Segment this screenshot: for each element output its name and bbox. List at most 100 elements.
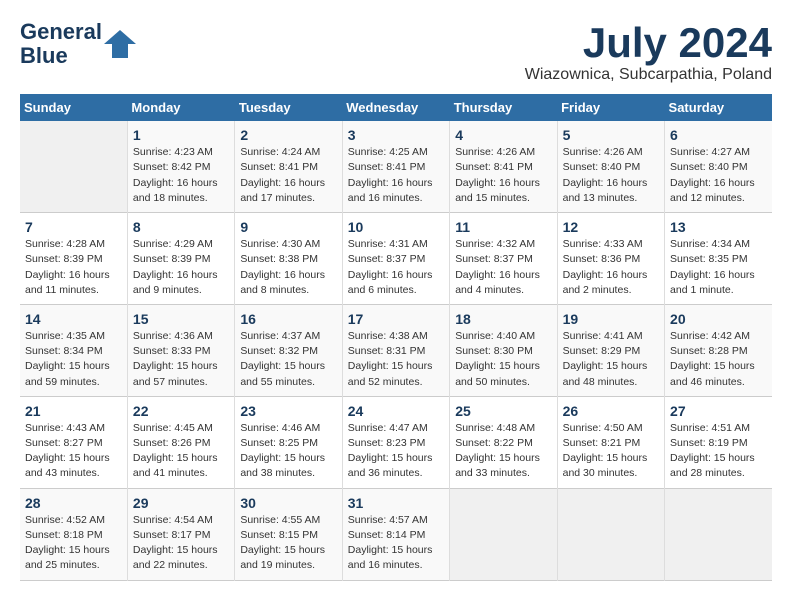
day-number: 13 xyxy=(670,219,767,235)
day-cell: 2 Sunrise: 4:24 AM Sunset: 8:41 PM Daylig… xyxy=(235,121,342,212)
header-wednesday: Wednesday xyxy=(342,94,449,121)
day-number: 8 xyxy=(133,219,229,235)
day-cell xyxy=(665,488,772,580)
day-cell: 11 Sunrise: 4:32 AM Sunset: 8:37 PM Dayli… xyxy=(450,213,557,305)
day-cell: 30 Sunrise: 4:55 AM Sunset: 8:15 PM Dayli… xyxy=(235,488,342,580)
day-number: 21 xyxy=(25,403,122,419)
day-info: Sunrise: 4:28 AM Sunset: 8:39 PM Dayligh… xyxy=(25,237,122,298)
day-cell: 3 Sunrise: 4:25 AM Sunset: 8:41 PM Daylig… xyxy=(342,121,449,212)
header-saturday: Saturday xyxy=(665,94,772,121)
logo: General Blue xyxy=(20,20,138,68)
day-number: 15 xyxy=(133,311,229,327)
day-number: 30 xyxy=(240,495,336,511)
day-cell: 28Sunrise: 4:52 AM Sunset: 8:18 PM Dayli… xyxy=(20,488,127,580)
day-cell: 14 Sunrise: 4:35 AM Sunset: 8:34 PM Dayli… xyxy=(20,304,127,396)
day-number: 17 xyxy=(348,311,444,327)
day-info: Sunrise: 4:38 AM Sunset: 8:31 PM Dayligh… xyxy=(348,329,444,390)
day-cell: 26 Sunrise: 4:50 AM Sunset: 8:21 PM Dayli… xyxy=(557,396,664,488)
day-cell: 16 Sunrise: 4:37 AM Sunset: 8:32 PM Dayli… xyxy=(235,304,342,396)
day-cell: 7 Sunrise: 4:28 AM Sunset: 8:39 PM Daylig… xyxy=(20,213,127,305)
day-number: 20 xyxy=(670,311,767,327)
day-cell: 23 Sunrise: 4:46 AM Sunset: 8:25 PM Dayli… xyxy=(235,396,342,488)
day-cell: 25Sunrise: 4:48 AM Sunset: 8:22 PM Dayli… xyxy=(450,396,557,488)
day-cell xyxy=(450,488,557,580)
day-info: Sunrise: 4:46 AM Sunset: 8:25 PM Dayligh… xyxy=(240,421,336,482)
day-cell: 12 Sunrise: 4:33 AM Sunset: 8:36 PM Dayli… xyxy=(557,213,664,305)
day-number: 22 xyxy=(133,403,229,419)
day-number: 12 xyxy=(563,219,659,235)
day-info: Sunrise: 4:26 AM Sunset: 8:41 PM Dayligh… xyxy=(455,145,551,206)
day-info: Sunrise: 4:43 AM Sunset: 8:27 PM Dayligh… xyxy=(25,421,122,482)
day-number: 9 xyxy=(240,219,336,235)
day-info: Sunrise: 4:23 AM Sunset: 8:42 PM Dayligh… xyxy=(133,145,229,206)
day-number: 2 xyxy=(240,127,336,143)
day-info: Sunrise: 4:29 AM Sunset: 8:39 PM Dayligh… xyxy=(133,237,229,298)
day-info: Sunrise: 4:24 AM Sunset: 8:41 PM Dayligh… xyxy=(240,145,336,206)
day-cell: 22Sunrise: 4:45 AM Sunset: 8:26 PM Dayli… xyxy=(127,396,234,488)
day-info: Sunrise: 4:40 AM Sunset: 8:30 PM Dayligh… xyxy=(455,329,551,390)
day-number: 26 xyxy=(563,403,659,419)
week-row-2: 14 Sunrise: 4:35 AM Sunset: 8:34 PM Dayli… xyxy=(20,304,772,396)
day-info: Sunrise: 4:33 AM Sunset: 8:36 PM Dayligh… xyxy=(563,237,659,298)
title-section: July 2024 Wiazownica, Subcarpathia, Pola… xyxy=(525,20,772,84)
day-number: 11 xyxy=(455,219,551,235)
day-cell xyxy=(20,121,127,212)
day-cell: 17 Sunrise: 4:38 AM Sunset: 8:31 PM Dayli… xyxy=(342,304,449,396)
day-cell: 19 Sunrise: 4:41 AM Sunset: 8:29 PM Dayli… xyxy=(557,304,664,396)
day-cell: 10 Sunrise: 4:31 AM Sunset: 8:37 PM Dayli… xyxy=(342,213,449,305)
day-number: 25 xyxy=(455,403,551,419)
day-info: Sunrise: 4:26 AM Sunset: 8:40 PM Dayligh… xyxy=(563,145,659,206)
day-number: 29 xyxy=(133,495,229,511)
day-cell: 8 Sunrise: 4:29 AM Sunset: 8:39 PM Daylig… xyxy=(127,213,234,305)
day-info: Sunrise: 4:55 AM Sunset: 8:15 PM Dayligh… xyxy=(240,513,336,574)
day-number: 7 xyxy=(25,219,122,235)
day-number: 23 xyxy=(240,403,336,419)
day-info: Sunrise: 4:57 AM Sunset: 8:14 PM Dayligh… xyxy=(348,513,444,574)
day-info: Sunrise: 4:27 AM Sunset: 8:40 PM Dayligh… xyxy=(670,145,767,206)
location: Wiazownica, Subcarpathia, Poland xyxy=(525,66,772,84)
day-number: 28 xyxy=(25,495,122,511)
week-row-3: 21 Sunrise: 4:43 AM Sunset: 8:27 PM Dayli… xyxy=(20,396,772,488)
day-info: Sunrise: 4:32 AM Sunset: 8:37 PM Dayligh… xyxy=(455,237,551,298)
logo-icon xyxy=(102,26,138,62)
day-info: Sunrise: 4:25 AM Sunset: 8:41 PM Dayligh… xyxy=(348,145,444,206)
day-number: 1 xyxy=(133,127,229,143)
day-number: 14 xyxy=(25,311,122,327)
day-number: 24 xyxy=(348,403,444,419)
day-info: Sunrise: 4:34 AM Sunset: 8:35 PM Dayligh… xyxy=(670,237,767,298)
day-number: 6 xyxy=(670,127,767,143)
logo-text: General Blue xyxy=(20,20,102,68)
day-cell: 6 Sunrise: 4:27 AM Sunset: 8:40 PM Daylig… xyxy=(665,121,772,212)
day-info: Sunrise: 4:47 AM Sunset: 8:23 PM Dayligh… xyxy=(348,421,444,482)
day-number: 3 xyxy=(348,127,444,143)
day-number: 16 xyxy=(240,311,336,327)
day-info: Sunrise: 4:31 AM Sunset: 8:37 PM Dayligh… xyxy=(348,237,444,298)
day-cell: 29Sunrise: 4:54 AM Sunset: 8:17 PM Dayli… xyxy=(127,488,234,580)
day-number: 4 xyxy=(455,127,551,143)
day-number: 31 xyxy=(348,495,444,511)
day-info: Sunrise: 4:36 AM Sunset: 8:33 PM Dayligh… xyxy=(133,329,229,390)
day-cell xyxy=(557,488,664,580)
day-info: Sunrise: 4:37 AM Sunset: 8:32 PM Dayligh… xyxy=(240,329,336,390)
day-number: 5 xyxy=(563,127,659,143)
week-row-0: 1 Sunrise: 4:23 AM Sunset: 8:42 PM Daylig… xyxy=(20,121,772,212)
month-title: July 2024 xyxy=(525,20,772,66)
week-row-1: 7 Sunrise: 4:28 AM Sunset: 8:39 PM Daylig… xyxy=(20,213,772,305)
week-row-4: 28Sunrise: 4:52 AM Sunset: 8:18 PM Dayli… xyxy=(20,488,772,580)
day-cell: 18 Sunrise: 4:40 AM Sunset: 8:30 PM Dayli… xyxy=(450,304,557,396)
header-row: SundayMondayTuesdayWednesdayThursdayFrid… xyxy=(20,94,772,121)
day-number: 19 xyxy=(563,311,659,327)
day-info: Sunrise: 4:50 AM Sunset: 8:21 PM Dayligh… xyxy=(563,421,659,482)
day-info: Sunrise: 4:35 AM Sunset: 8:34 PM Dayligh… xyxy=(25,329,122,390)
day-info: Sunrise: 4:41 AM Sunset: 8:29 PM Dayligh… xyxy=(563,329,659,390)
day-cell: 27Sunrise: 4:51 AM Sunset: 8:19 PM Dayli… xyxy=(665,396,772,488)
day-number: 10 xyxy=(348,219,444,235)
day-cell: 4 Sunrise: 4:26 AM Sunset: 8:41 PM Daylig… xyxy=(450,121,557,212)
day-info: Sunrise: 4:42 AM Sunset: 8:28 PM Dayligh… xyxy=(670,329,767,390)
header-tuesday: Tuesday xyxy=(235,94,342,121)
day-info: Sunrise: 4:30 AM Sunset: 8:38 PM Dayligh… xyxy=(240,237,336,298)
day-number: 18 xyxy=(455,311,551,327)
day-cell: 5 Sunrise: 4:26 AM Sunset: 8:40 PM Daylig… xyxy=(557,121,664,212)
day-cell: 31 Sunrise: 4:57 AM Sunset: 8:14 PM Dayli… xyxy=(342,488,449,580)
day-cell: 20 Sunrise: 4:42 AM Sunset: 8:28 PM Dayli… xyxy=(665,304,772,396)
